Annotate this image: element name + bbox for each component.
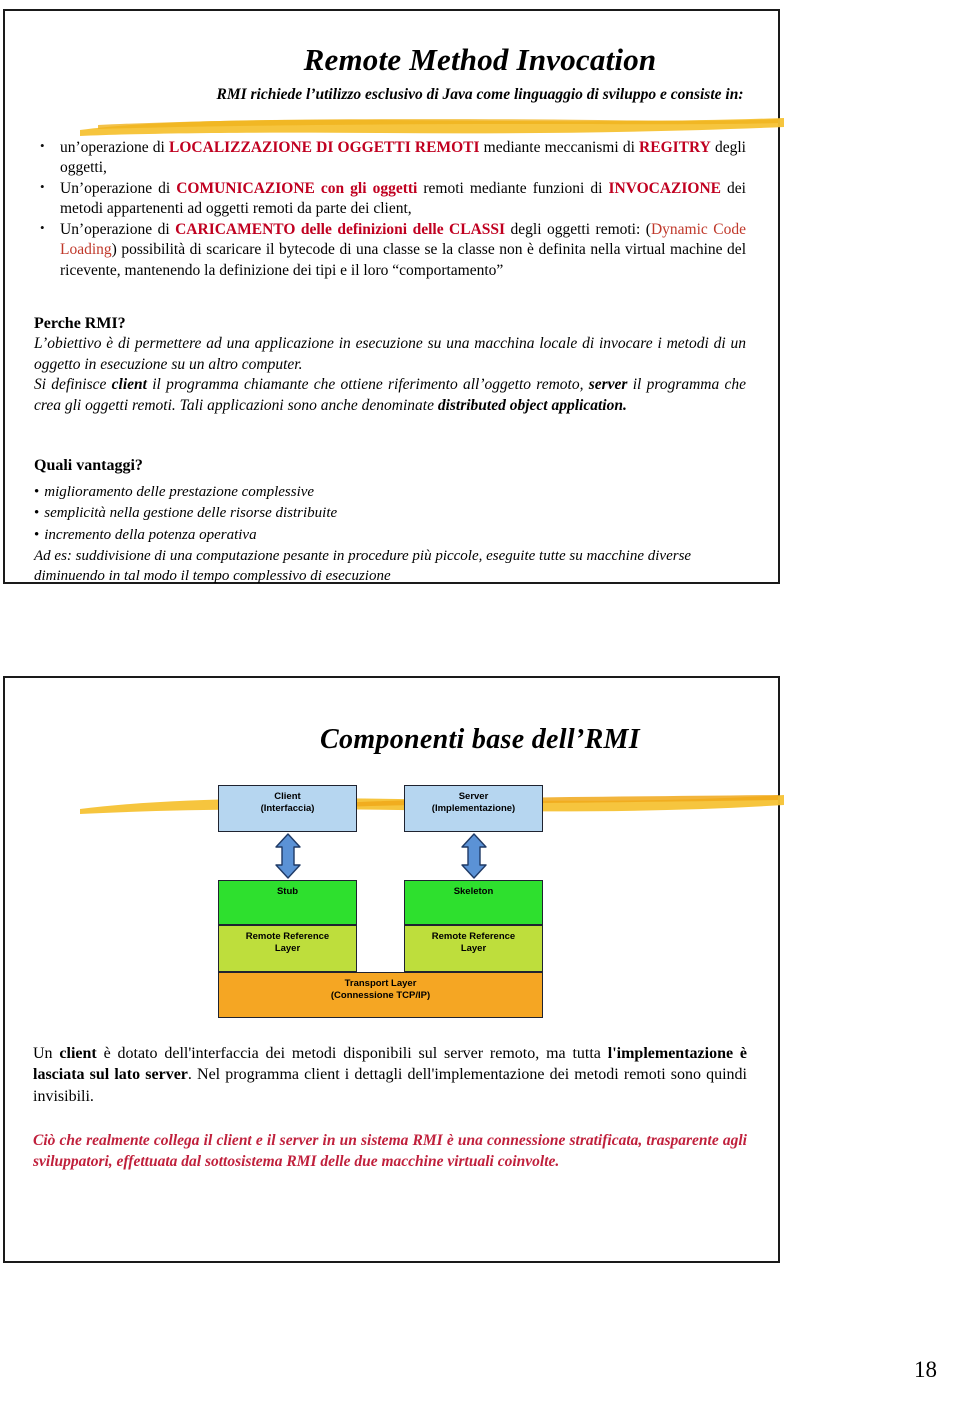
why-rmi-paragraph-1: L’obiettivo è di permettere ad una appli…: [34, 335, 746, 373]
diagram-box-remote-reference-layer-server: Remote Reference Layer: [404, 925, 543, 972]
diagram-box-rrl-server-line2: Layer: [460, 943, 487, 955]
page-subtitle: RMI richiede l’utilizzo esclusivo di Jav…: [216, 86, 744, 103]
diagram-box-remote-reference-layer-client: Remote Reference Layer: [218, 925, 357, 972]
advantages-heading: Quali vantaggi?: [34, 457, 143, 474]
diagram-box-server: Server (Implementazione): [404, 785, 543, 832]
rmi-architecture-diagram: Client (Interfaccia) Server (Implementaz…: [218, 785, 544, 1018]
keyword-regitry: REGITRY: [639, 139, 711, 156]
diagram-box-skeleton: Skeleton: [404, 880, 543, 925]
why-rmi-heading: Perche RMI?: [34, 315, 126, 332]
diagram-box-rrl-client-line1: Remote Reference: [245, 931, 330, 942]
diagram-box-stub-label: Stub: [276, 886, 299, 897]
list-item: un’operazione di LOCALIZZAZIONE DI OGGET…: [34, 137, 746, 179]
diagram-box-transport-layer: Transport Layer (Connessione TCP/IP): [218, 972, 543, 1018]
advantages-list: miglioramento delle prestazione compless…: [34, 482, 746, 546]
diagram-box-rrl-client-line2: Layer: [274, 943, 301, 955]
advantages-section: Quali vantaggi? miglioramento delle pres…: [34, 455, 746, 587]
feature-bullets: un’operazione di LOCALIZZAZIONE DI OGGET…: [34, 137, 746, 281]
slide-2-paragraph: Un client è dotato dell'interfaccia dei …: [33, 1043, 747, 1107]
why-rmi-p2-seg2: il programma chiamante che ottiene rifer…: [146, 376, 589, 394]
diagram-box-client-line2: (Interfaccia): [260, 803, 315, 815]
double-arrow-icon-client-stub: [275, 833, 301, 879]
page-title: Remote Method Invocation: [303, 42, 657, 77]
slide-2-title: Componenti base dell’RMI: [320, 724, 640, 755]
keyword-caricamento: CARICAMENTO delle definizioni delle CLAS…: [175, 220, 506, 238]
diagram-box-client-line1: Client: [274, 791, 301, 802]
keyword-comunicazione: COMUNICAZIONE con gli oggetti: [176, 179, 418, 197]
term-distributed-object-application: distributed object application.: [437, 396, 627, 414]
diagram-box-rrl-server-line1: Remote Reference: [431, 931, 516, 942]
why-rmi-p2-seg1: Si definisce: [34, 376, 112, 394]
advantages-note: Ad es: suddivisione di una computazione …: [34, 548, 692, 585]
page-number: 18: [914, 1357, 937, 1382]
list-item: Un’operazione di COMUNICAZIONE con gli o…: [34, 178, 746, 220]
keyword-invocazione: INVOCAZIONE: [608, 179, 722, 197]
slide-2-paragraph-seg2: è dotato dell'interfaccia dei metodi dis…: [96, 1045, 608, 1062]
slide-2-paragraph-seg1: Un: [33, 1045, 60, 1062]
list-item: incremento della potenza operativa: [34, 525, 746, 546]
diagram-box-skeleton-label: Skeleton: [453, 886, 494, 897]
diagram-box-stub: Stub: [218, 880, 357, 925]
why-rmi-section: Perche RMI? L’obiettivo è di permettere …: [34, 313, 746, 417]
bullet-list-container: un’operazione di LOCALIZZAZIONE DI OGGET…: [34, 137, 746, 281]
double-arrow-icon-server-skeleton: [461, 833, 487, 879]
diagram-box-client: Client (Interfaccia): [218, 785, 357, 832]
term-client: client: [111, 376, 147, 394]
term-server: server: [588, 376, 628, 394]
diagram-box-transport-line2: (Connessione TCP/IP): [330, 990, 431, 1002]
list-item: miglioramento delle prestazione compless…: [34, 482, 746, 503]
why-rmi-paragraph-2: Si definisce client il programma chiaman…: [34, 375, 746, 416]
list-item: semplicità nella gestione delle risorse …: [34, 503, 746, 524]
slide-2-term-client: client: [59, 1045, 97, 1062]
keyword-localizzazione: LOCALIZZAZIONE DI OGGETTI REMOTI: [169, 139, 480, 156]
diagram-box-transport-line1: Transport Layer: [344, 978, 417, 989]
slide-2-highlight-quote: Ciò che realmente collega il client e il…: [33, 1132, 747, 1171]
diagram-box-server-line1: Server: [458, 791, 489, 802]
diagram-box-server-line2: (Implementazione): [431, 803, 516, 815]
list-item: Un’operazione di CARICAMENTO delle defin…: [34, 219, 746, 281]
